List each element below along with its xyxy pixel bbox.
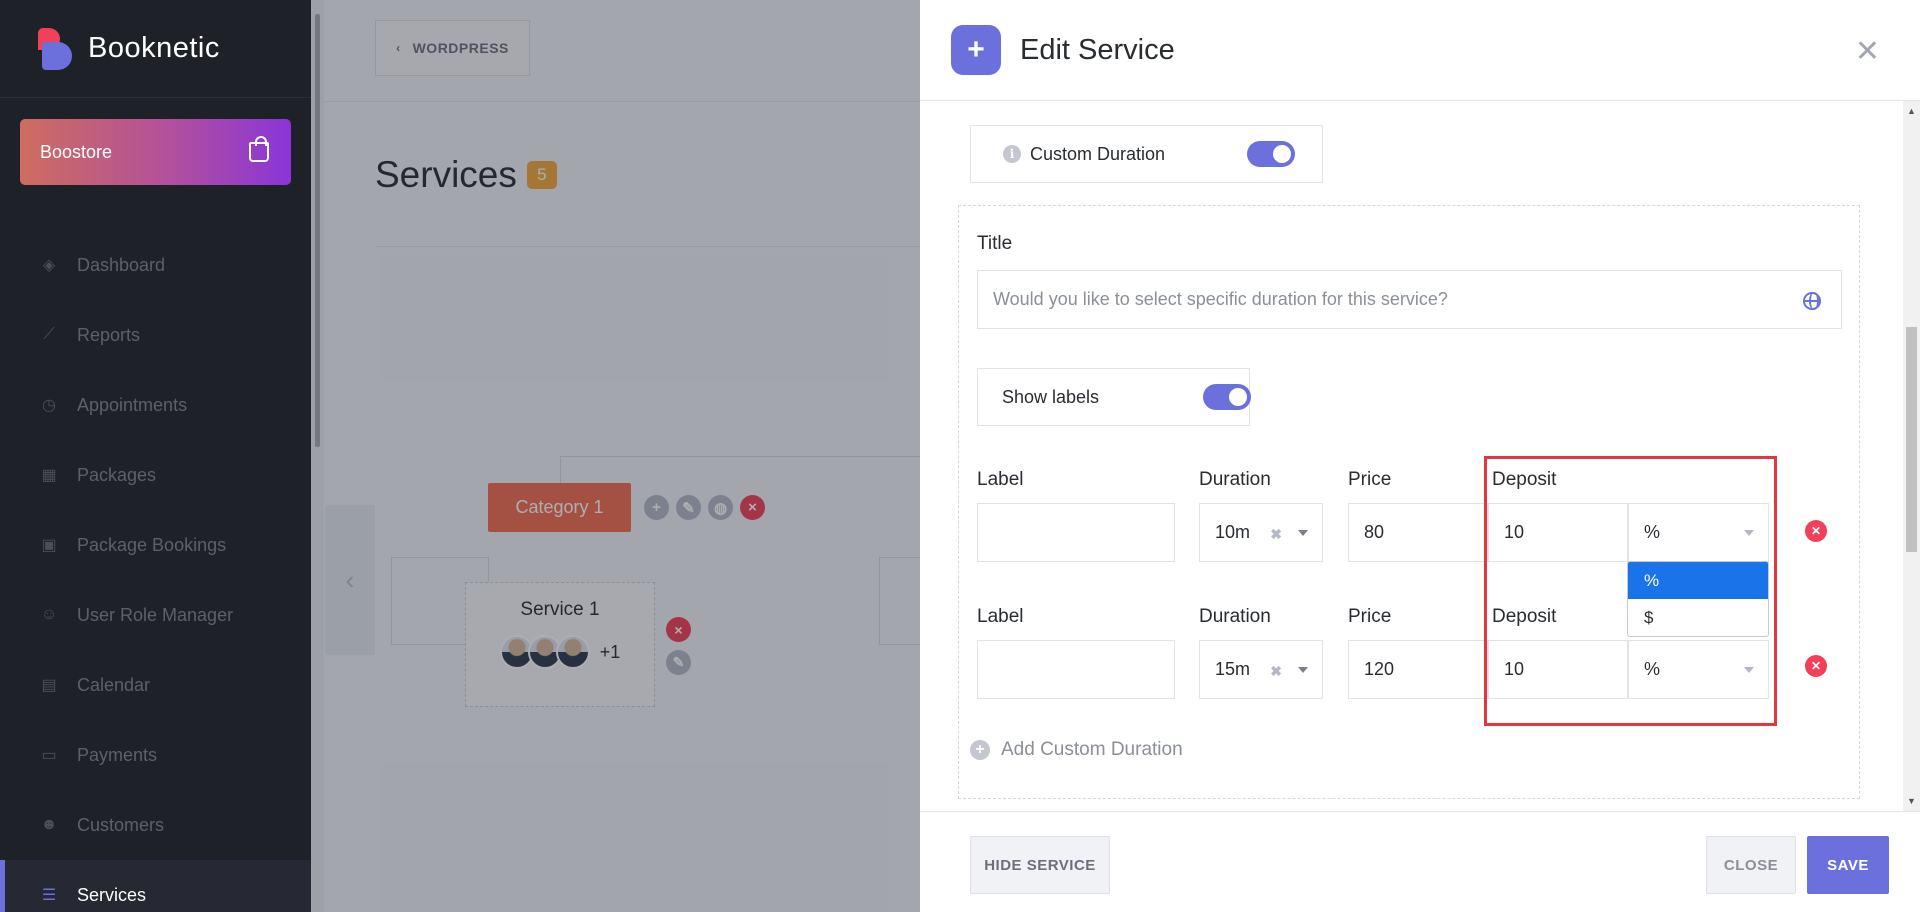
sidebar-item-services[interactable]: ☰ Services <box>0 860 311 912</box>
modal-footer: HIDE SERVICE CLOSE SAVE <box>920 811 1920 912</box>
sidebar: Booknetic Boostore ◈ Dashboard ⟋ Reports ◷… <box>0 0 311 912</box>
plus-circle-icon: + <box>970 740 990 760</box>
price-value: 120 <box>1364 659 1395 679</box>
sidebar-item-reports[interactable]: ⟋ Reports <box>0 300 311 370</box>
users-icon: ☻ <box>40 816 58 833</box>
close-button[interactable]: CLOSE <box>1706 836 1796 894</box>
boostore-button[interactable]: Boostore <box>20 119 291 185</box>
clear-icon[interactable]: ✖ <box>1270 663 1282 680</box>
label-column-label: Label <box>977 469 1024 490</box>
sidebar-item-payments[interactable]: ▭ Payments <box>0 720 311 790</box>
edit-service-panel: + Edit Service ✕ i Custom Duration Title… <box>920 0 1920 912</box>
scrollbar-thumb[interactable] <box>1906 327 1917 552</box>
info-icon: i <box>1003 145 1021 163</box>
sidebar-item-label: Payments <box>77 744 158 765</box>
custom-duration-toggle[interactable] <box>1247 141 1295 167</box>
user-plus-icon: ☺ <box>40 606 58 623</box>
sidebar-item-appointments[interactable]: ◷ Appointments <box>0 370 311 440</box>
plus-icon: + <box>951 25 1001 75</box>
sidebar-item-label: Package Bookings <box>77 534 227 555</box>
calendar-icon: ▤ <box>41 677 57 694</box>
brand[interactable]: Booknetic <box>0 0 311 98</box>
duration-select[interactable]: 15m ✖ <box>1199 640 1323 699</box>
label-column-label: Label <box>977 606 1024 627</box>
sidebar-item-calendar[interactable]: ▤ Calendar <box>0 650 311 720</box>
sidebar-item-label: Calendar <box>77 674 151 695</box>
custom-duration-toggle-box: i Custom Duration <box>970 125 1323 183</box>
cube-icon: ◈ <box>42 257 56 274</box>
deposit-type-dropdown: % $ <box>1627 561 1769 637</box>
modal-body: i Custom Duration Title Would you like t… <box>920 101 1903 811</box>
add-custom-duration-label: Add Custom Duration <box>1001 739 1183 760</box>
title-input[interactable]: Would you like to select specific durati… <box>977 270 1842 329</box>
price-column-label: Price <box>1348 469 1392 490</box>
price-input[interactable]: 120 <box>1348 640 1488 699</box>
modal-title: Edit Service <box>1020 33 1175 66</box>
title-placeholder: Would you like to select specific durati… <box>993 289 1448 309</box>
remove-row-button[interactable]: ✕ <box>1805 520 1827 542</box>
price-value: 80 <box>1364 522 1385 542</box>
label-input[interactable] <box>977 640 1175 699</box>
show-labels-toggle[interactable] <box>1203 384 1251 410</box>
price-column-label: Price <box>1348 606 1392 627</box>
duration-column-label: Duration <box>1199 606 1271 627</box>
close-icon: ✕ <box>1810 659 1822 673</box>
duration-column-label: Duration <box>1199 469 1271 490</box>
sidebar-item-dashboard[interactable]: ◈ Dashboard <box>0 230 311 300</box>
booknetic-logo-icon <box>38 27 72 70</box>
title-label: Title <box>977 233 1013 254</box>
sidebar-item-label: Dashboard <box>77 254 166 275</box>
sidebar-item-label: Reports <box>77 324 141 345</box>
sidebar-item-label: User Role Manager <box>77 604 234 625</box>
clear-icon[interactable]: ✖ <box>1270 526 1282 543</box>
sidebar-item-customers[interactable]: ☻ Customers <box>0 790 311 860</box>
modal-scrollbar[interactable]: ▲ ▼ <box>1903 101 1920 811</box>
sidebar-item-user-role-manager[interactable]: ☺ User Role Manager <box>0 580 311 650</box>
price-input[interactable]: 80 <box>1348 503 1488 562</box>
chart-icon: ⟋ <box>43 326 55 343</box>
modal-backdrop[interactable] <box>311 0 920 912</box>
chevron-down-icon <box>1298 530 1308 536</box>
show-labels-label: Show labels <box>1002 386 1100 407</box>
brand-name: Booknetic <box>88 32 220 64</box>
clock-icon: ◷ <box>42 397 56 414</box>
dropdown-option-percent[interactable]: % <box>1628 562 1768 599</box>
modal-header: + Edit Service ✕ <box>920 0 1920 101</box>
label-input[interactable] <box>977 503 1175 562</box>
shopping-bag-icon <box>249 136 269 162</box>
boxes-icon: ▦ <box>41 467 57 484</box>
custom-duration-label: Custom Duration <box>1030 143 1166 164</box>
scroll-down-icon[interactable]: ▼ <box>1907 796 1916 806</box>
gift-icon: ▣ <box>41 537 57 554</box>
sidebar-item-label: Packages <box>77 464 157 485</box>
hide-service-button[interactable]: HIDE SERVICE <box>970 836 1110 894</box>
list-icon: ☰ <box>41 887 57 904</box>
remove-row-button[interactable]: ✕ <box>1805 655 1827 677</box>
duration-value: 10m <box>1215 522 1251 542</box>
globe-icon[interactable] <box>1803 292 1821 310</box>
boostore-label: Boostore <box>40 141 113 162</box>
sidebar-menu: ◈ Dashboard ⟋ Reports ◷ Appointments ▦ Packa… <box>0 230 311 912</box>
save-button[interactable]: SAVE <box>1807 836 1889 894</box>
show-labels-toggle-box: Show labels <box>977 368 1251 426</box>
scroll-up-icon[interactable]: ▲ <box>1907 106 1916 116</box>
duration-value: 15m <box>1215 659 1251 679</box>
dropdown-option-dollar[interactable]: $ <box>1628 599 1768 636</box>
wallet-icon: ▭ <box>41 747 57 764</box>
add-custom-duration-button[interactable]: + Add Custom Duration <box>970 739 1183 761</box>
close-icon: ✕ <box>1810 524 1822 538</box>
sidebar-item-packages[interactable]: ▦ Packages <box>0 440 311 510</box>
sidebar-item-label: Customers <box>77 814 165 835</box>
close-icon[interactable]: ✕ <box>1855 34 1880 69</box>
chevron-down-icon <box>1298 667 1308 673</box>
sidebar-item-label: Services <box>77 884 147 905</box>
sidebar-item-package-bookings[interactable]: ▣ Package Bookings <box>0 510 311 580</box>
sidebar-item-label: Appointments <box>77 394 188 415</box>
duration-select[interactable]: 10m ✖ <box>1199 503 1323 562</box>
